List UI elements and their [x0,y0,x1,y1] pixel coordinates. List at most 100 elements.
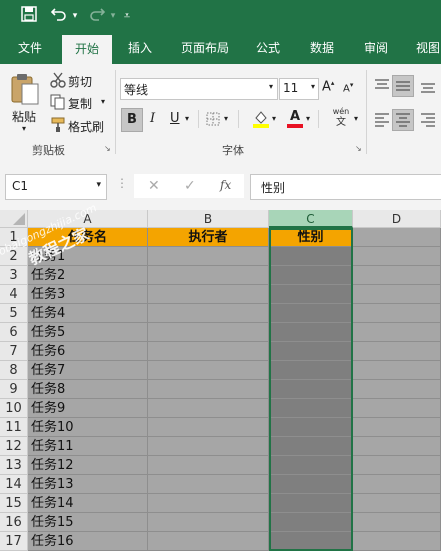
row-header[interactable]: 3 [0,266,28,285]
cell[interactable] [269,399,353,418]
task-cell[interactable]: 任务3 [28,285,148,304]
tab-review[interactable]: 审阅 [352,33,400,64]
row-header[interactable]: 8 [0,361,28,380]
select-all-corner[interactable] [0,210,28,228]
task-cell[interactable]: 任务9 [28,399,148,418]
task-cell[interactable]: 任务8 [28,380,148,399]
header-cell[interactable]: 性别 [269,228,353,247]
task-cell[interactable]: 任务4 [28,304,148,323]
cell[interactable] [353,323,441,342]
phonetic-icon[interactable]: wén 文 [328,107,354,133]
cell[interactable] [269,323,353,342]
shrink-font-icon[interactable]: A▾ [343,81,353,94]
cell[interactable] [353,494,441,513]
italic-button[interactable]: I [150,111,155,126]
cell[interactable] [353,532,441,551]
underline-button[interactable]: U [170,111,180,126]
cell[interactable] [148,361,269,380]
cell[interactable] [269,513,353,532]
undo-icon[interactable] [48,6,70,26]
drag-handle-icon[interactable]: ⋮ [116,176,128,190]
cell[interactable] [269,456,353,475]
task-cell[interactable]: 任务16 [28,532,148,551]
tab-page-layout[interactable]: 页面布局 [172,33,238,64]
clipboard-launcher-icon[interactable]: ↘ [104,144,111,153]
cell[interactable] [148,323,269,342]
cell[interactable] [269,247,353,266]
tab-data[interactable]: 数据 [298,33,346,64]
paste-dropdown-icon[interactable]: ▾ [22,124,26,133]
row-header[interactable]: 7 [0,342,28,361]
copy-dropdown-icon[interactable]: ▾ [101,97,105,106]
insert-function-icon[interactable]: fx [220,178,231,192]
font-launcher-icon[interactable]: ↘ [355,144,362,153]
align-bottom-icon[interactable] [420,78,436,94]
column-header-d[interactable]: D [353,210,441,228]
row-header[interactable]: 9 [0,380,28,399]
cell[interactable] [269,418,353,437]
align-middle-icon[interactable] [392,75,414,97]
format-painter-label[interactable]: 格式刷 [68,118,104,135]
copy-label[interactable]: 复制 [68,95,92,112]
cell[interactable] [269,361,353,380]
task-cell[interactable]: 任务1 [28,247,148,266]
task-cell[interactable]: 任务12 [28,456,148,475]
worksheet-grid[interactable]: A B C D 1 任务名 执行者 性别 2 任务1 3 任务2 4 任务3 5 任务4 6 任务5 7 任务… [0,210,441,551]
cell[interactable] [353,304,441,323]
align-center-icon[interactable] [392,109,414,131]
task-cell[interactable]: 任务5 [28,323,148,342]
font-color-dropdown-icon[interactable]: ▾ [306,114,310,123]
row-header[interactable]: 15 [0,494,28,513]
cell[interactable] [353,266,441,285]
paste-icon[interactable] [8,72,42,106]
border-icon[interactable] [206,112,220,126]
font-name-box[interactable]: 等线 ▾ [120,78,278,100]
tab-view[interactable]: 视图 [408,33,441,64]
font-color-icon[interactable]: A [286,109,304,129]
tab-home[interactable]: 开始 [62,35,112,64]
cell[interactable] [148,285,269,304]
bold-button[interactable]: B [121,108,143,132]
cell[interactable] [353,475,441,494]
paste-label[interactable]: 粘贴 [12,108,36,125]
cell[interactable] [148,266,269,285]
column-header-a[interactable]: A [28,210,148,228]
cell[interactable] [148,247,269,266]
row-header[interactable]: 11 [0,418,28,437]
underline-dropdown-icon[interactable]: ▾ [185,114,189,123]
redo-dropdown-icon[interactable]: ▾ [108,6,118,26]
row-header[interactable]: 14 [0,475,28,494]
cell[interactable] [148,380,269,399]
row-header[interactable]: 10 [0,399,28,418]
tab-formulas[interactable]: 公式 [246,33,290,64]
cell[interactable] [148,418,269,437]
row-header[interactable]: 17 [0,532,28,551]
align-left-icon[interactable] [374,112,390,128]
cell[interactable] [269,475,353,494]
cell[interactable] [148,437,269,456]
cell[interactable] [148,456,269,475]
cell[interactable] [269,437,353,456]
cell[interactable] [148,342,269,361]
font-size-box[interactable]: 11 ▾ [279,78,319,100]
enter-icon[interactable]: ✓ [184,178,196,194]
cell[interactable] [269,285,353,304]
row-header[interactable]: 2 [0,247,28,266]
formula-input[interactable]: 性别 [250,174,441,200]
cell[interactable] [148,494,269,513]
task-cell[interactable]: 任务2 [28,266,148,285]
cell[interactable] [148,304,269,323]
row-header[interactable]: 13 [0,456,28,475]
header-cell[interactable]: 任务名 [28,228,148,247]
cell[interactable] [353,380,441,399]
column-header-c[interactable]: C [269,210,353,228]
cell[interactable] [148,513,269,532]
cell[interactable] [269,342,353,361]
tab-file[interactable]: 文件 [10,33,50,64]
cut-label[interactable]: 剪切 [68,73,92,90]
task-cell[interactable]: 任务6 [28,342,148,361]
cancel-icon[interactable]: ✕ [148,178,160,194]
copy-icon[interactable] [50,94,66,110]
redo-icon[interactable] [86,6,108,26]
tab-insert[interactable]: 插入 [118,33,162,64]
